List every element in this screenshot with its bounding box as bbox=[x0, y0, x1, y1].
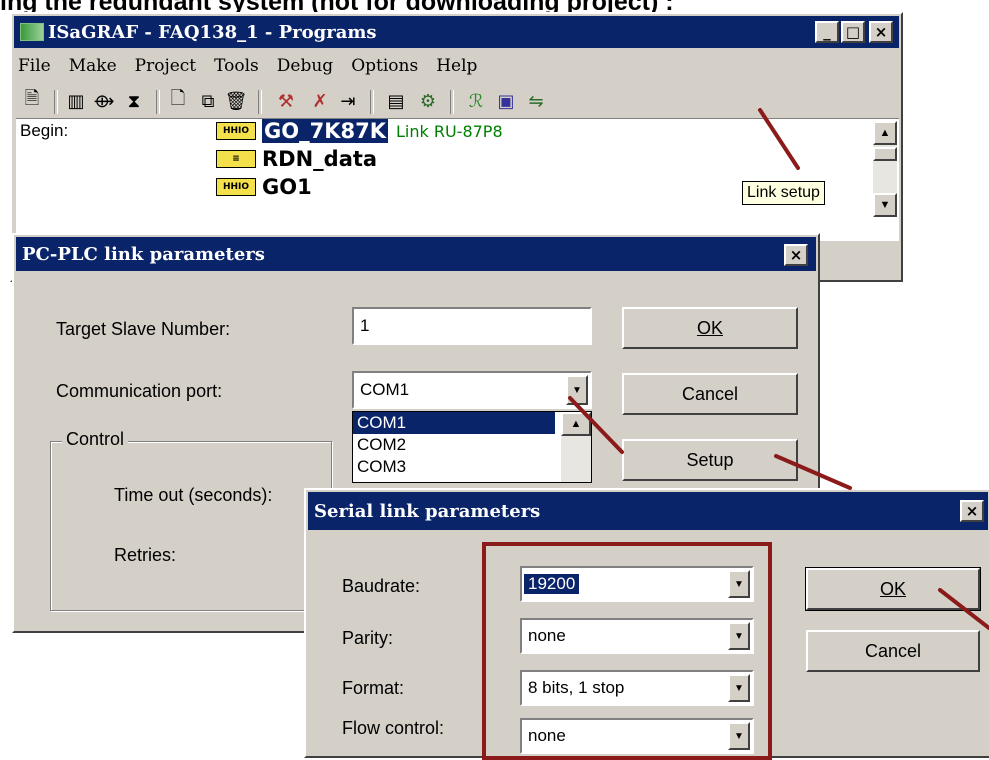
menu-tools[interactable]: Tools bbox=[214, 56, 259, 80]
menu-debug[interactable]: Debug bbox=[277, 56, 333, 80]
controller-icon[interactable]: ▣ bbox=[494, 88, 518, 114]
menu-options[interactable]: Options bbox=[351, 56, 418, 80]
retries-label: Retries: bbox=[114, 545, 177, 565]
program-comment: Link RU-87P8 bbox=[395, 121, 503, 141]
comm-port-dropdown: COM1 COM2 COM3 ▲ bbox=[352, 411, 592, 483]
target-slave-input[interactable]: 1 bbox=[352, 307, 592, 345]
link-dialog-titlebar: PC-PLC link parameters bbox=[16, 237, 816, 271]
comm-port-select[interactable]: COM1 ▼ bbox=[352, 371, 592, 409]
control-group-label: Control bbox=[62, 429, 129, 450]
link-ok-button[interactable]: OK bbox=[622, 307, 798, 349]
timeout-label: Time out (seconds): bbox=[114, 485, 273, 505]
serial-dialog-titlebar: Serial link parameters bbox=[308, 492, 988, 530]
cancel-label: Cancel bbox=[864, 640, 922, 661]
port-option[interactable]: COM2 bbox=[353, 434, 591, 456]
io-connection-icon[interactable]: ⧗ bbox=[122, 88, 146, 114]
serial-ok-button[interactable]: OK bbox=[805, 567, 981, 611]
menu-file[interactable]: File bbox=[18, 56, 51, 80]
scroll-up-button[interactable]: ▲ bbox=[561, 412, 591, 436]
serial-parameters-dialog: Serial link parameters × Baudrate: 19200… bbox=[304, 488, 989, 760]
memory-icon[interactable]: ▤ bbox=[384, 88, 408, 114]
target-slave-label: Target Slave Number: bbox=[56, 319, 231, 339]
program-list: Begin: HHIO GO_7K87K Link RU-87P8 ≡ RDN_… bbox=[16, 118, 899, 241]
flow-control-label: Flow control: bbox=[342, 718, 445, 738]
io-program-icon: HHIO bbox=[216, 178, 256, 196]
dropdown-scrollbar[interactable]: ▲ bbox=[561, 412, 591, 482]
io-program-icon: HHIO bbox=[216, 122, 256, 140]
baudrate-label: Baudrate: bbox=[342, 576, 421, 596]
comm-port-label: Communication port: bbox=[56, 381, 223, 401]
ok-label: OK bbox=[696, 317, 723, 338]
serial-cancel-button[interactable]: Cancel bbox=[806, 630, 980, 672]
port-option[interactable]: COM3 bbox=[353, 456, 591, 478]
toolbar: 🗎 ▥ ⟴ ⧗ 🗋 ⧉ 🗑 ⚒ ✗ ⇥ ▤ ⚙ ℛ ▣ ⇋ bbox=[18, 88, 888, 116]
link-cancel-button[interactable]: Cancel bbox=[622, 373, 798, 415]
window-controls: _ □ × bbox=[815, 21, 893, 43]
scroll-up-button[interactable]: ▲ bbox=[873, 121, 897, 145]
menu-make[interactable]: Make bbox=[69, 56, 117, 80]
minimize-button[interactable]: _ bbox=[815, 21, 839, 43]
port-option[interactable]: COM1 bbox=[353, 412, 555, 434]
link-setup-button[interactable]: Setup bbox=[622, 439, 798, 481]
debug-icon[interactable]: ℛ bbox=[464, 88, 488, 114]
menu-help[interactable]: Help bbox=[436, 56, 477, 80]
menu-bar: File Make Project Tools Debug Options He… bbox=[18, 56, 495, 80]
library-icon[interactable]: ▥ bbox=[64, 88, 88, 114]
serial-dialog-close-button[interactable]: × bbox=[960, 500, 984, 522]
program-item[interactable]: HHIO GO_7K87K Link RU-87P8 bbox=[216, 119, 503, 143]
copy-program-icon[interactable]: ⧉ bbox=[196, 88, 220, 114]
main-titlebar: ISaGRAF - FAQ138_1 - Programs bbox=[14, 16, 899, 48]
setup-label: Setup bbox=[686, 449, 734, 470]
link-dialog-close-button[interactable]: × bbox=[784, 244, 808, 266]
parity-label: Parity: bbox=[342, 628, 394, 648]
maximize-button[interactable]: □ bbox=[841, 21, 865, 43]
comm-port-value: COM1 bbox=[360, 380, 410, 399]
simulate-icon[interactable]: ⚙ bbox=[416, 88, 440, 114]
main-title: ISaGRAF - FAQ138_1 - Programs bbox=[48, 21, 377, 43]
link-setup-icon[interactable]: ⇋ bbox=[524, 88, 548, 114]
code-generator-icon[interactable]: ⇥ bbox=[336, 88, 360, 114]
app-icon bbox=[20, 23, 44, 41]
delete-program-icon[interactable]: 🗑 bbox=[224, 88, 248, 114]
program-name: GO1 bbox=[262, 175, 312, 199]
program-item[interactable]: HHIO GO1 bbox=[216, 175, 312, 199]
chevron-down-icon[interactable]: ▼ bbox=[566, 375, 588, 405]
data-program-icon: ≡ bbox=[216, 150, 256, 168]
compile-icon[interactable]: ⚒ bbox=[274, 88, 298, 114]
highlight-box bbox=[482, 542, 772, 760]
scroll-thumb[interactable] bbox=[873, 147, 897, 161]
link-dialog-title: PC-PLC link parameters bbox=[22, 243, 265, 265]
scroll-down-button[interactable]: ▼ bbox=[873, 193, 897, 217]
verify-icon[interactable]: ✗ bbox=[308, 88, 332, 114]
target-slave-value: 1 bbox=[360, 316, 370, 335]
ok-label: OK bbox=[879, 578, 906, 599]
program-item[interactable]: ≡ RDN_data bbox=[216, 147, 377, 171]
close-button[interactable]: × bbox=[869, 21, 893, 43]
section-begin-label: Begin: bbox=[20, 121, 69, 140]
control-group bbox=[50, 441, 332, 611]
serial-dialog-title: Serial link parameters bbox=[314, 500, 541, 522]
vertical-scrollbar[interactable]: ▲ ▼ bbox=[873, 121, 897, 217]
dictionary-icon[interactable]: ⟴ bbox=[92, 88, 116, 114]
create-program-icon[interactable]: 🗋 bbox=[166, 88, 190, 114]
program-name: GO_7K87K bbox=[262, 119, 388, 143]
format-label: Format: bbox=[342, 678, 405, 698]
cancel-label: Cancel bbox=[681, 383, 739, 404]
program-name: RDN_data bbox=[262, 147, 378, 171]
new-document-icon[interactable]: 🗎 bbox=[20, 88, 44, 114]
link-setup-tooltip: Link setup bbox=[742, 181, 825, 205]
menu-project[interactable]: Project bbox=[135, 56, 196, 80]
